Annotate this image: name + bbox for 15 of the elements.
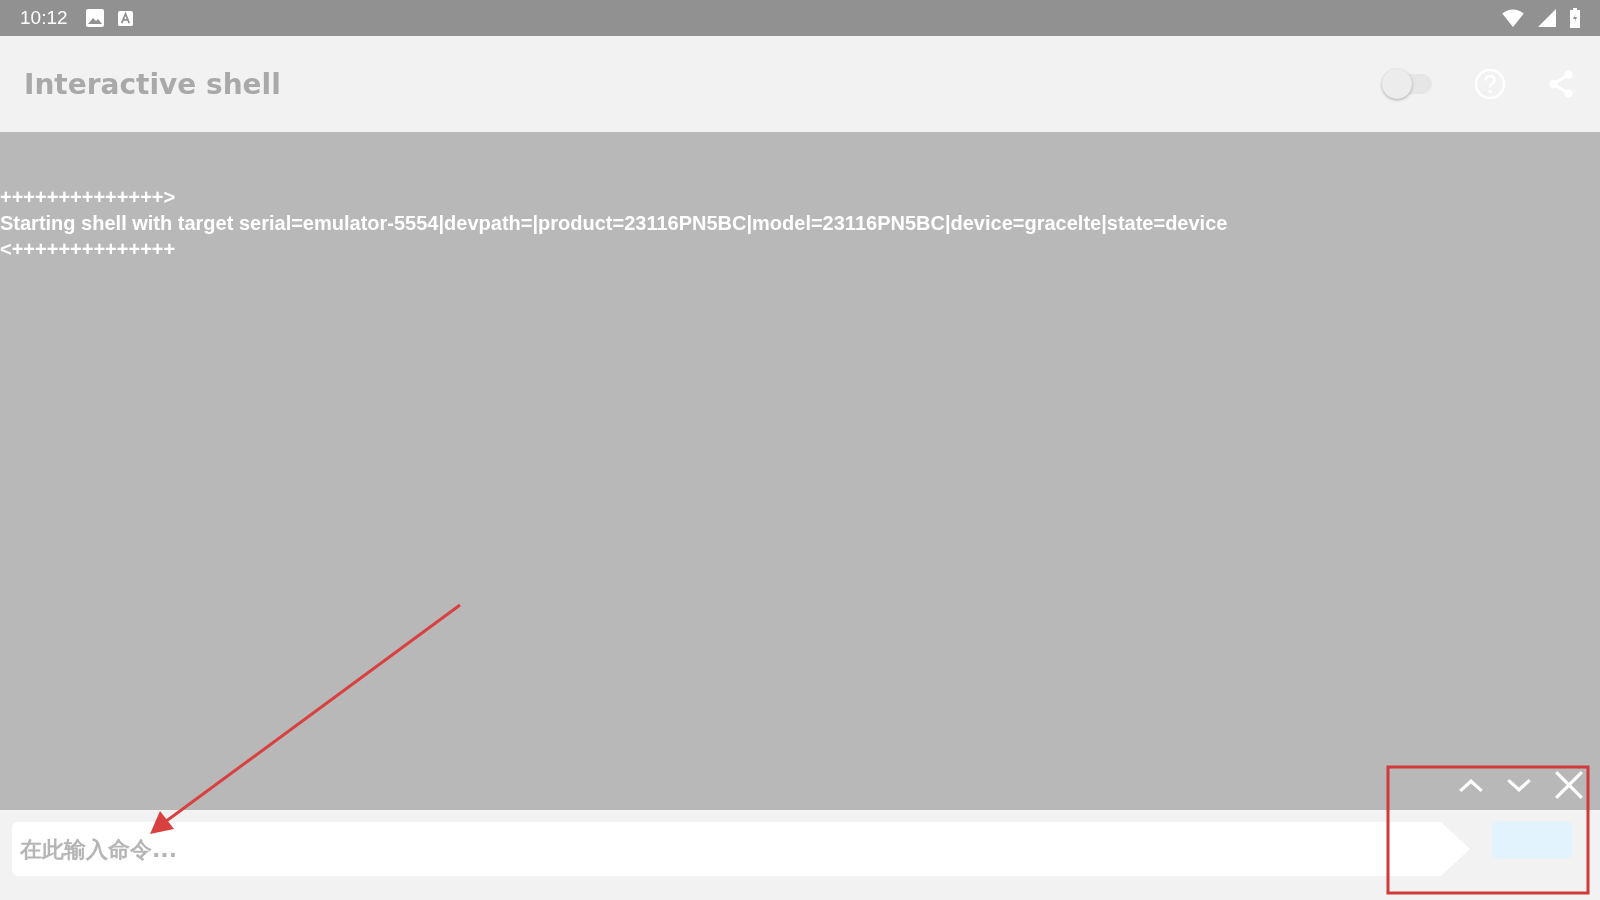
wifi-icon xyxy=(1502,9,1524,27)
signal-icon xyxy=(1538,9,1556,27)
terminal-line: <++++++++++++++ xyxy=(0,237,177,262)
image-icon xyxy=(85,9,104,27)
chevron-up-icon[interactable] xyxy=(1458,777,1484,793)
keyboard-icon xyxy=(117,10,133,26)
status-time: 10:12 xyxy=(20,7,68,29)
toggle-switch[interactable] xyxy=(1382,69,1434,99)
close-icon[interactable] xyxy=(1554,770,1584,800)
app-title: Interactive shell xyxy=(24,67,281,101)
command-input-field[interactable]: 在此输入命令... xyxy=(12,822,1470,876)
chevron-down-icon[interactable] xyxy=(1506,777,1532,793)
terminal-line: Starting shell with target serial=emulator-5554|devpath=|product=23116PN5BC|model=23116PN5BC|device=gracelte|state=device xyxy=(0,211,1229,236)
terminal-line: ++++++++++++++> xyxy=(0,185,177,210)
battery-icon xyxy=(1570,8,1580,28)
